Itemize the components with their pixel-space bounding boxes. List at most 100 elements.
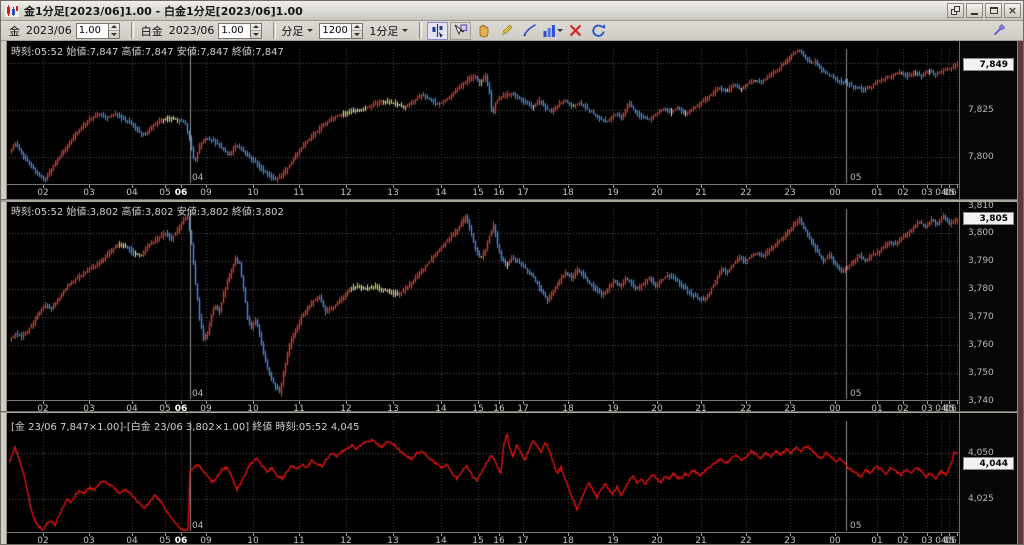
axis-price-label: 3,800 [968, 228, 994, 238]
wrench-icon [991, 23, 1006, 38]
gold-symbol-label: 金 [9, 23, 20, 39]
time-label: 10 [247, 536, 258, 545]
time-label: 23 [784, 536, 795, 545]
time-label: 03 [921, 536, 932, 545]
app-window: 金1分足[2023/06]1.00 - 白金1分足[2023/06]1.00 ×… [0, 0, 1024, 545]
window-title: 金1分足[2023/06]1.00 - 白金1分足[2023/06]1.00 [24, 3, 303, 19]
time-label: 03 [83, 188, 94, 198]
date-marker: 05 [850, 521, 861, 531]
pencil-tool-button[interactable] [496, 22, 517, 40]
time-label: 03 [921, 188, 932, 198]
left-edge [1, 41, 7, 545]
time-tick [957, 185, 958, 188]
platinum-multiplier-spinner[interactable] [250, 23, 262, 39]
toolbar: 金 2023/06 白金 2023/06 分足 [1, 21, 1024, 41]
spin-down-icon [354, 33, 360, 36]
time-label: 14 [435, 188, 446, 198]
time-label: 02 [897, 188, 908, 198]
time-label: 01 [871, 188, 882, 198]
spread-chart-button[interactable] [565, 22, 586, 40]
toolbar-separator [273, 22, 276, 39]
chevron-down-icon [402, 29, 408, 32]
date-marker: 05 [850, 173, 861, 183]
freehand-tool-button[interactable] [519, 22, 540, 40]
toolbar-separator [131, 22, 134, 39]
platinum-multiplier-input[interactable] [218, 23, 250, 39]
time-label: 02 [897, 536, 908, 545]
gold-multiplier-input[interactable] [76, 23, 108, 39]
axis-price-label: 7,800 [968, 152, 994, 162]
chevron-down-icon [557, 29, 563, 32]
quill-pen-icon [522, 23, 537, 38]
time-tick [957, 533, 958, 536]
maximize-icon [990, 7, 998, 14]
spin-up-icon [253, 25, 259, 28]
spin-up-icon [354, 25, 360, 28]
interval-dropdown[interactable]: 1分足 [369, 23, 408, 39]
select-tool-button[interactable] [450, 22, 471, 40]
time-label: 00 [829, 188, 840, 198]
float-window-button[interactable] [947, 3, 964, 18]
bar-chart-icon [542, 23, 557, 38]
axis-price-label: 7,825 [968, 105, 994, 115]
refresh-button[interactable] [588, 22, 609, 40]
pencil-icon [499, 23, 514, 38]
time-label: 05 [159, 536, 170, 545]
axis-price-label: 3,790 [968, 256, 994, 266]
platinum-symbol-label: 白金 [141, 23, 163, 39]
minimize-icon [971, 13, 978, 15]
time-label: 02 [37, 188, 48, 198]
minimize-button[interactable] [966, 3, 983, 18]
time-label: 17 [517, 536, 528, 545]
date-marker: 05 [850, 389, 861, 399]
right-edge [1017, 41, 1024, 545]
time-label: 13 [387, 536, 398, 545]
bar-count-input[interactable] [319, 23, 351, 39]
settings-button[interactable] [988, 22, 1009, 40]
close-icon: × [1008, 5, 1017, 16]
time-label: 00 [829, 536, 840, 545]
time-label: 12 [340, 188, 351, 198]
date-marker: 04 [192, 173, 203, 183]
chart-region: 7,8507,8257,8003,8103,8003,7903,7803,770… [1, 41, 1017, 545]
platinum-contract-label: 2023/06 [169, 24, 215, 37]
indicator-dropdown-button[interactable] [542, 22, 563, 40]
time-label: 11 [293, 536, 304, 545]
time-label: 09 [200, 536, 211, 545]
time-label: 21 [695, 536, 706, 545]
time-tick [957, 401, 958, 404]
gold-current-price-badge: 7,849 [963, 58, 1014, 71]
time-label: 10 [247, 188, 258, 198]
time-label: 15 [472, 536, 483, 545]
maximize-button[interactable] [985, 3, 1002, 18]
axis-price-label: 3,750 [968, 368, 994, 378]
app-icon [5, 4, 19, 17]
hand-icon [476, 23, 491, 38]
refresh-icon [591, 23, 606, 38]
axis-price-label: 4,025 [968, 494, 994, 504]
time-label: 14 [435, 536, 446, 545]
chart-canvas[interactable] [9, 41, 959, 545]
time-label: 01 [871, 536, 882, 545]
time-label: 12 [340, 536, 351, 545]
pan-tool-button[interactable] [473, 22, 494, 40]
time-label: 20 [651, 536, 662, 545]
bar-count-spinner[interactable] [351, 23, 363, 39]
time-label: 21 [695, 188, 706, 198]
time-label: 03 [83, 536, 94, 545]
time-label: 06 [945, 536, 956, 545]
gold-contract-label: 2023/06 [26, 24, 72, 37]
spread-info: [金 23/06 7,847×1.00]-[白金 23/06 3,802×1.0… [11, 418, 359, 433]
platinum-ohlc-info: 時刻:05:52 始値:3,802 高値:3,802 安値:3,802 終値:3… [11, 203, 284, 218]
track-cursor-button[interactable] [427, 22, 448, 40]
time-label: 19 [607, 188, 618, 198]
axis-price-label: 3,770 [968, 312, 994, 322]
platinum-current-price-badge: 3,805 [963, 212, 1014, 225]
bar-type-dropdown[interactable]: 分足 [281, 23, 313, 39]
time-label: 05 [159, 188, 170, 198]
close-button[interactable]: × [1004, 3, 1021, 18]
gold-multiplier-spinner[interactable] [108, 23, 120, 39]
panel-separator [1, 199, 1017, 202]
time-label: 02 [37, 536, 48, 545]
titlebar: 金1分足[2023/06]1.00 - 白金1分足[2023/06]1.00 × [1, 1, 1024, 21]
